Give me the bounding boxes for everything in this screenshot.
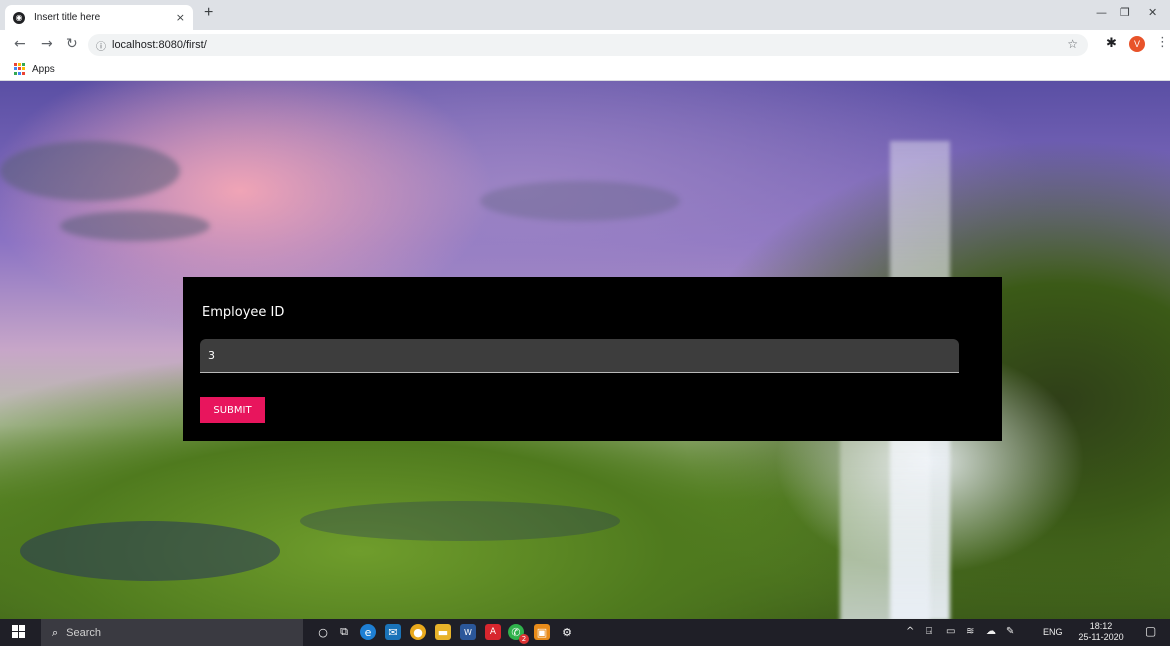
app-icon[interactable]: ▣ xyxy=(534,624,550,640)
mail-icon[interactable]: ✉ xyxy=(385,624,401,640)
apps-shortcut[interactable]: Apps xyxy=(14,63,55,75)
usb-icon[interactable]: ⍈ xyxy=(926,626,932,637)
settings-gear-icon[interactable]: ⚙ xyxy=(559,624,575,640)
edge-icon[interactable]: e xyxy=(360,624,376,640)
reload-icon[interactable]: ↻ xyxy=(66,36,78,52)
tab-strip: ◉ Insert title here × + — ❐ ✕ xyxy=(0,0,1170,30)
apps-grid-icon xyxy=(14,63,26,75)
cloud xyxy=(60,211,210,241)
pen-icon[interactable]: ✎ xyxy=(1006,626,1014,637)
back-icon[interactable]: ← xyxy=(14,36,26,52)
search-placeholder: Search xyxy=(66,626,102,639)
restore-icon[interactable]: ❐ xyxy=(1120,6,1130,19)
waterfall-mist xyxy=(840,431,930,619)
submit-button[interactable]: SUBMIT xyxy=(200,397,265,423)
menu-kebab-icon[interactable]: ⋮ xyxy=(1156,35,1169,50)
file-explorer-icon[interactable]: ▬ xyxy=(435,624,451,640)
acrobat-icon[interactable]: A xyxy=(485,624,501,640)
employee-id-label: Employee ID xyxy=(202,305,285,320)
tab-close-icon[interactable]: × xyxy=(176,11,185,24)
profile-avatar[interactable]: V xyxy=(1129,36,1145,52)
taskbar-clock[interactable]: 18:12 25-11-2020 xyxy=(1069,621,1133,643)
tab-title: Insert title here xyxy=(34,12,101,23)
battery-icon[interactable]: ▭ xyxy=(946,626,955,637)
clock-date: 25-11-2020 xyxy=(1078,632,1124,642)
info-icon[interactable]: ⓘ xyxy=(96,38,106,53)
minimize-icon[interactable]: — xyxy=(1096,6,1107,19)
river xyxy=(300,501,620,541)
language-indicator[interactable]: ENG xyxy=(1043,627,1063,637)
wifi-icon[interactable]: ≋ xyxy=(966,626,974,637)
close-window-icon[interactable]: ✕ xyxy=(1148,6,1157,19)
show-hidden-icons-chevron[interactable]: ^ xyxy=(906,626,914,637)
new-tab-button[interactable]: + xyxy=(204,4,213,22)
bookmark-star-icon[interactable]: ☆ xyxy=(1067,37,1078,51)
clock-time: 18:12 xyxy=(1089,621,1113,631)
employee-id-input[interactable] xyxy=(200,339,959,373)
apps-label: Apps xyxy=(32,63,55,75)
windows-start-icon[interactable] xyxy=(12,625,25,638)
notification-badge: 2 xyxy=(519,634,529,644)
url-text: localhost:8080/first/ xyxy=(112,39,207,51)
river xyxy=(20,521,280,581)
onedrive-cloud-icon[interactable]: ☁ xyxy=(986,626,996,637)
action-center-icon[interactable]: ▢ xyxy=(1145,624,1156,638)
cloud xyxy=(0,141,180,201)
extensions-puzzle-icon[interactable]: ✱ xyxy=(1106,36,1117,51)
browser-tab[interactable]: ◉ Insert title here × xyxy=(5,5,193,30)
word-icon[interactable]: W xyxy=(460,624,476,640)
forward-icon[interactable]: → xyxy=(41,36,53,52)
search-icon: ⌕ xyxy=(52,625,59,639)
windows-taskbar: ⌕ Search ○ ⧉ e ✉ ● ▬ W A ✆ 2 ▣ ⚙ ^ ⍈ ▭ ≋… xyxy=(0,619,1170,646)
globe-icon: ◉ xyxy=(13,11,25,24)
chrome-icon[interactable]: ● xyxy=(410,624,426,640)
cloud xyxy=(480,181,680,221)
cortana-icon[interactable]: ○ xyxy=(315,624,331,640)
taskbar-search-box[interactable]: ⌕ Search xyxy=(41,619,303,646)
bookmarks-bar: Apps xyxy=(0,60,1170,81)
page-background: Employee ID SUBMIT xyxy=(0,81,1170,619)
employee-form-panel: Employee ID SUBMIT xyxy=(183,277,1002,441)
address-bar[interactable]: ⓘ localhost:8080/first/ ☆ xyxy=(88,34,1088,56)
task-view-icon[interactable]: ⧉ xyxy=(336,624,352,640)
